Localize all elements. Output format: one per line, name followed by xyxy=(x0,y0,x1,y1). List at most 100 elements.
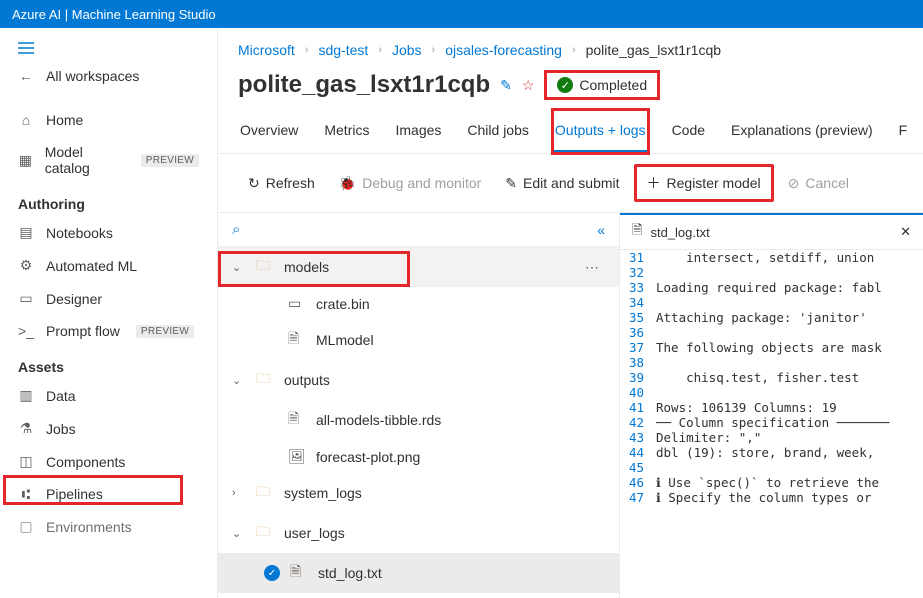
flask-icon: ⚗ xyxy=(18,420,34,437)
tree-file-allmodels[interactable]: 🗎 all-models-tibble.rds xyxy=(218,400,619,440)
line-number: 36 xyxy=(620,325,656,340)
breadcrumb-ojsales[interactable]: ojsales-forecasting xyxy=(445,42,562,58)
tab-images[interactable]: Images xyxy=(393,110,443,153)
folder-label: outputs xyxy=(284,372,330,388)
automl-icon: ⚙ xyxy=(18,257,34,274)
line-number: 38 xyxy=(620,355,656,370)
log-line: 37The following objects are mask xyxy=(620,340,923,355)
chevron-right-icon: › xyxy=(432,44,436,56)
close-icon[interactable]: ✕ xyxy=(900,224,911,240)
folder-icon: 🗀 xyxy=(256,255,274,279)
sidebar-item-automl[interactable]: ⚙ Automated ML xyxy=(0,249,217,282)
line-content xyxy=(656,355,923,370)
tree-file-forecast[interactable]: 🖼 forecast-plot.png xyxy=(218,440,619,473)
breadcrumb-jobs[interactable]: Jobs xyxy=(392,42,422,58)
arrow-left-icon: ← xyxy=(18,68,34,84)
tree-folder-userlogs[interactable]: ⌄ 🗀 user_logs xyxy=(218,513,619,553)
file-label: crate.bin xyxy=(316,296,370,312)
sidebar-item-model-catalog[interactable]: ▦ Model catalog PREVIEW xyxy=(0,136,217,184)
search-icon: ⌕ xyxy=(232,221,240,238)
line-number: 41 xyxy=(620,400,656,415)
sidebar-item-home[interactable]: ⌂ Home xyxy=(0,104,217,136)
log-line: 34 xyxy=(620,295,923,310)
tab-code[interactable]: Code xyxy=(670,110,707,153)
line-number: 39 xyxy=(620,370,656,385)
title-bar: polite_gas_lsxt1r1cqb ✎ ☆ ✓ Completed xyxy=(218,66,923,110)
log-line: 46ℹ Use `spec()` to retrieve the xyxy=(620,475,923,490)
tree-folder-models[interactable]: ⌄ 🗀 models ⋯ xyxy=(218,247,619,287)
more-icon[interactable]: ⋯ xyxy=(585,259,605,276)
sidebar-item-designer[interactable]: ▭ Designer xyxy=(0,282,217,315)
tab-metrics[interactable]: Metrics xyxy=(322,110,371,153)
line-number: 43 xyxy=(620,430,656,445)
tree-file-mlmodel[interactable]: 🗎 MLmodel xyxy=(218,320,619,360)
line-number: 42 xyxy=(620,415,656,430)
folder-icon: 🗀 xyxy=(256,481,274,505)
tab-overview[interactable]: Overview xyxy=(238,110,300,153)
file-icon: ▭ xyxy=(288,295,306,312)
chevron-right-icon: › xyxy=(378,44,382,56)
line-content: Loading required package: fabl xyxy=(656,280,923,295)
register-model-button[interactable]: ＋Register model xyxy=(634,164,774,202)
line-content: dbl (19): store, brand, week, xyxy=(656,445,923,460)
breadcrumb-microsoft[interactable]: Microsoft xyxy=(238,42,295,58)
sidebar-item-jobs[interactable]: ⚗ Jobs xyxy=(0,412,217,445)
edit-icon[interactable]: ✎ xyxy=(500,77,512,94)
collapse-icon[interactable]: « xyxy=(597,222,605,238)
line-content: chisq.test, fisher.test xyxy=(656,370,923,385)
line-content xyxy=(656,265,923,280)
log-body[interactable]: 31 intersect, setdiff, union3233Loading … xyxy=(620,250,923,598)
tree-folder-outputs[interactable]: ⌄ 🗀 outputs xyxy=(218,360,619,400)
file-icon: 🗎 xyxy=(288,408,306,432)
file-icon: 🗎 xyxy=(290,561,308,585)
line-content: Delimiter: "," xyxy=(656,430,923,445)
tree-folder-systemlogs[interactable]: › 🗀 system_logs xyxy=(218,473,619,513)
home-icon: ⌂ xyxy=(18,112,34,128)
breadcrumb-sdg[interactable]: sdg-test xyxy=(318,42,368,58)
tree-file-stdlog[interactable]: ✓ 🗎 std_log.txt xyxy=(218,553,619,593)
log-line: 44dbl (19): store, brand, week, xyxy=(620,445,923,460)
folder-label: models xyxy=(284,259,329,275)
file-icon: 🗎 xyxy=(632,221,642,243)
star-icon[interactable]: ☆ xyxy=(522,77,535,94)
line-number: 33 xyxy=(620,280,656,295)
tab-childjobs[interactable]: Child jobs xyxy=(465,110,530,153)
chevron-down-icon: ⌄ xyxy=(232,261,246,274)
tab-fairness[interactable]: F xyxy=(897,110,910,153)
refresh-button[interactable]: ↻Refresh xyxy=(238,169,325,198)
sidebar-item-promptflow[interactable]: >_ Prompt flow PREVIEW xyxy=(0,315,217,347)
chevron-down-icon: ⌄ xyxy=(232,374,246,387)
sidebar-item-pipelines[interactable]: ⑆ Pipelines xyxy=(0,478,217,510)
log-tab[interactable]: 🗎 std_log.txt ✕ xyxy=(620,213,923,250)
pipelines-label: Pipelines xyxy=(46,486,103,502)
sidebar-item-notebooks[interactable]: ▤ Notebooks xyxy=(0,216,217,249)
line-number: 46 xyxy=(620,475,656,490)
line-number: 45 xyxy=(620,460,656,475)
catalog-icon: ▦ xyxy=(18,152,33,169)
edit-submit-button[interactable]: ✎Edit and submit xyxy=(495,169,629,198)
breadcrumb-current: polite_gas_lsxt1r1cqb xyxy=(586,42,721,58)
line-number: 32 xyxy=(620,265,656,280)
tabs: Overview Metrics Images Child jobs Outpu… xyxy=(218,110,923,154)
line-number: 40 xyxy=(620,385,656,400)
automl-label: Automated ML xyxy=(46,258,137,274)
status-text: Completed xyxy=(579,77,647,93)
tab-explanations[interactable]: Explanations (preview) xyxy=(729,110,875,153)
sidebar-item-data[interactable]: ▥ Data xyxy=(0,379,217,412)
log-line: 38 xyxy=(620,355,923,370)
line-content xyxy=(656,295,923,310)
sidebar-item-environments[interactable]: ▢ Environments xyxy=(0,510,217,543)
sidebar-item-components[interactable]: ◫ Components xyxy=(0,445,217,478)
log-line: 31 intersect, setdiff, union xyxy=(620,250,923,265)
debug-label: Debug and monitor xyxy=(362,175,481,191)
log-line: 43Delimiter: "," xyxy=(620,430,923,445)
sidebar: ← All workspaces ⌂ Home ▦ Model catalog … xyxy=(0,28,218,598)
components-label: Components xyxy=(46,454,125,470)
hamburger-icon[interactable] xyxy=(0,36,217,60)
tree-search[interactable]: ⌕ « xyxy=(218,213,619,247)
tab-outputs-logs[interactable]: Outputs + logs xyxy=(553,110,648,153)
folder-icon: 🗀 xyxy=(256,521,274,545)
all-workspaces-link[interactable]: ← All workspaces xyxy=(0,60,217,92)
tree-file-crate[interactable]: ▭ crate.bin xyxy=(218,287,619,320)
line-number: 37 xyxy=(620,340,656,355)
